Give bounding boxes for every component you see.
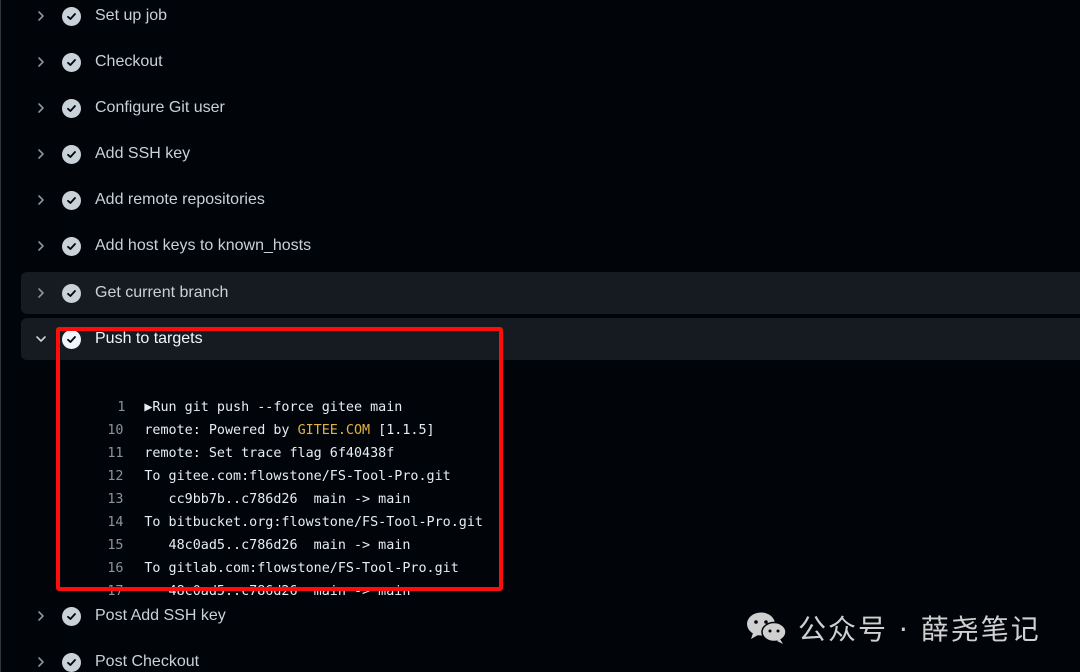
- watermark-text: 公众号 · 薛尧笔记: [798, 613, 1041, 646]
- log-line[interactable]: 12 To gitee.com:flowstone/FS-Tool-Pro.git: [59, 442, 519, 484]
- step-label: Post Checkout: [95, 653, 200, 670]
- watermark: 公众号 · 薛尧笔记: [746, 606, 1041, 650]
- step-set-up-job[interactable]: Set up job: [21, 0, 1080, 36]
- step-add-remote-repositories[interactable]: Add remote repositories: [21, 180, 1080, 220]
- check-circle-icon: [62, 190, 81, 210]
- step-label: Checkout: [95, 53, 163, 70]
- step-label: Configure Git user: [95, 99, 225, 116]
- step-checkout[interactable]: Checkout: [21, 42, 1080, 82]
- check-circle-icon: [62, 283, 81, 303]
- log-line[interactable]: 1 ▶Run git push --force gitee main: [59, 373, 519, 415]
- check-circle-icon: [62, 329, 81, 349]
- chevron-right-icon[interactable]: [21, 194, 61, 206]
- chevron-right-icon[interactable]: [21, 102, 61, 114]
- step-label: Add SSH key: [95, 145, 191, 162]
- chevron-right-icon[interactable]: [21, 10, 61, 22]
- chevron-right-icon[interactable]: [21, 656, 61, 668]
- chevron-right-icon[interactable]: [21, 610, 61, 622]
- step-label: Set up job: [95, 7, 168, 24]
- step-label: Post Add SSH key: [95, 607, 226, 624]
- step-label: Get current branch: [95, 284, 229, 301]
- log-line[interactable]: 15 48c0ad5..c786d26 main -> main: [59, 511, 519, 553]
- step-configure-git-user[interactable]: Configure Git user: [21, 88, 1080, 128]
- check-circle-icon: [62, 144, 81, 164]
- chevron-right-icon[interactable]: [21, 240, 61, 252]
- workflow-job-log: Set up job Checkout Configure Git user A…: [0, 0, 1080, 672]
- step-label: Push to targets: [95, 330, 203, 347]
- chevron-right-icon[interactable]: [21, 56, 61, 68]
- chevron-right-icon[interactable]: [21, 287, 61, 299]
- log-line[interactable]: 11 remote: Set trace flag 6f40438f: [59, 419, 519, 461]
- check-circle-icon: [62, 98, 81, 118]
- step-add-ssh-key[interactable]: Add SSH key: [21, 134, 1080, 174]
- log-line[interactable]: 16 To gitlab.com:flowstone/FS-Tool-Pro.gi…: [59, 534, 519, 576]
- check-circle-icon: [62, 52, 81, 72]
- check-circle-icon: [62, 6, 81, 26]
- log-line[interactable]: 10 remote: Powered by GITEE.COM [1.1.5]: [59, 396, 519, 438]
- log-line[interactable]: 13 cc9bb7b..c786d26 main -> main: [59, 465, 519, 507]
- step-label: Add remote repositories: [95, 191, 265, 208]
- check-circle-icon: [62, 652, 81, 672]
- step-get-current-branch[interactable]: Get current branch: [21, 272, 1080, 314]
- chevron-right-icon[interactable]: [21, 148, 61, 160]
- step-label: Add host keys to known_hosts: [95, 237, 312, 254]
- line-number[interactable]: 17: [107, 580, 125, 603]
- log-line[interactable]: 14 To bitbucket.org:flowstone/FS-Tool-Pro…: [59, 488, 519, 530]
- log-line[interactable]: 17 48c0ad5..c786d26 main -> main: [59, 557, 519, 599]
- check-circle-icon: [62, 236, 81, 256]
- step-push-to-targets[interactable]: Push to targets: [21, 318, 1080, 360]
- step-add-host-keys[interactable]: Add host keys to known_hosts: [21, 226, 1080, 266]
- wechat-icon: [746, 611, 788, 645]
- log-text: 48c0ad5..c786d26 main -> main: [144, 584, 411, 599]
- chevron-down-icon[interactable]: [21, 333, 61, 345]
